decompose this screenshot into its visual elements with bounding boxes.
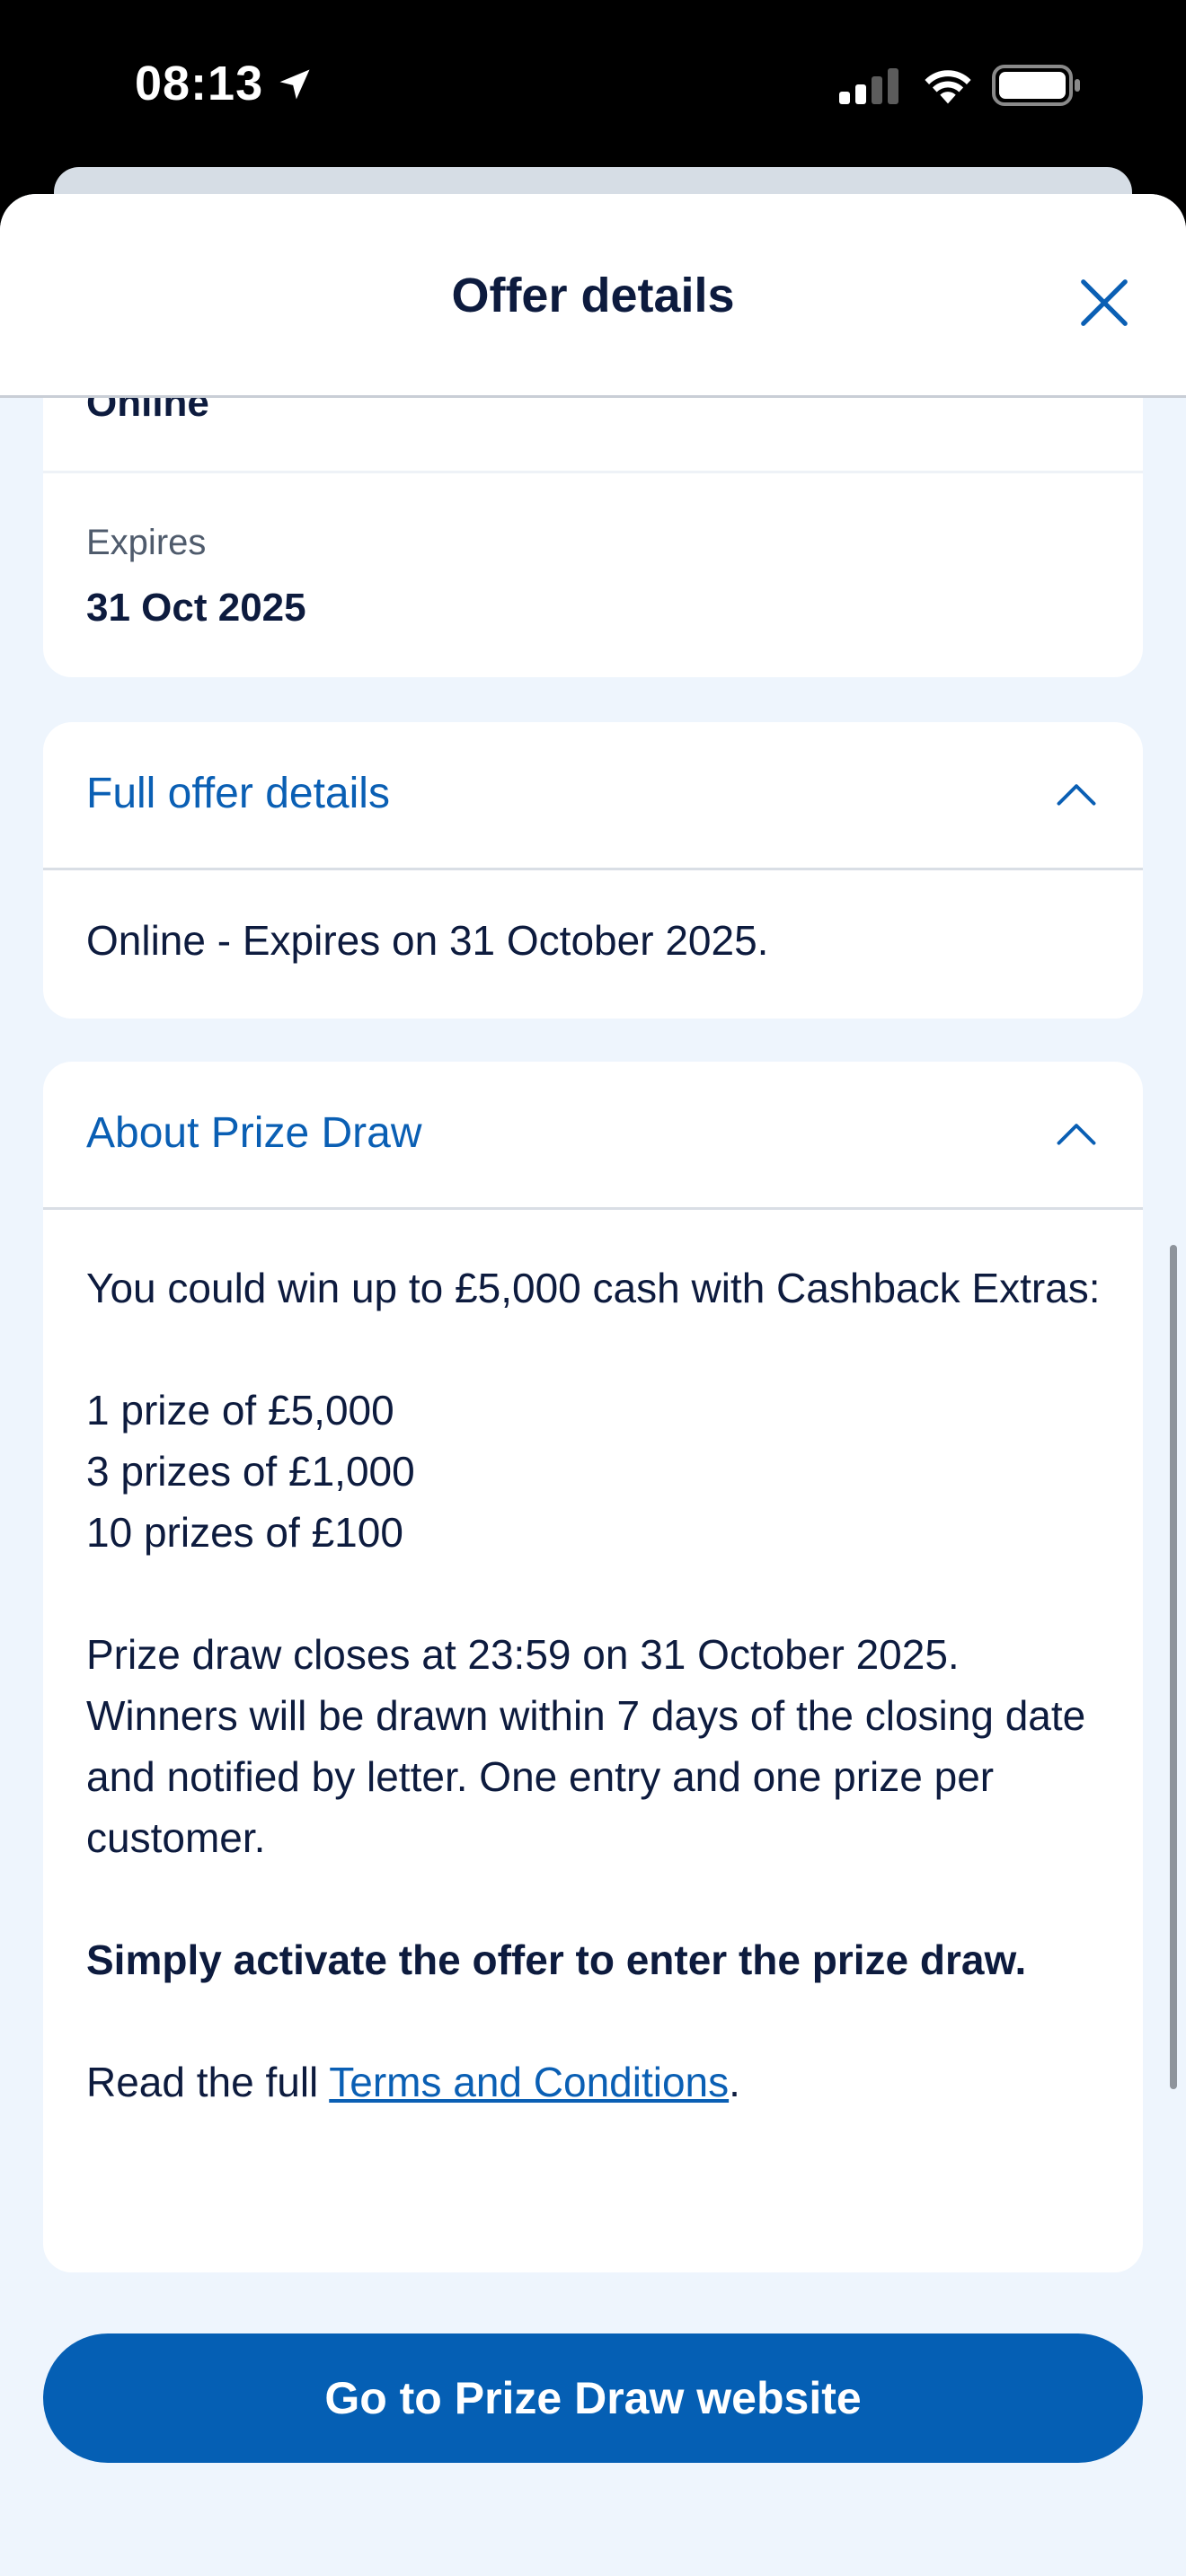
expires-label: Expires	[86, 523, 207, 562]
prize-draw-content: You could win up to £5,000 cash with Cas…	[86, 1257, 1111, 2113]
divider	[43, 1207, 1143, 1210]
scrollbar[interactable]	[1170, 1245, 1177, 2089]
prize-item: 3 prizes of £1,000	[86, 1448, 415, 1495]
full-offer-details-title: Full offer details	[86, 770, 390, 817]
page-title: Offer details	[451, 269, 735, 322]
prize-draw-closing: Prize draw closes at 23:59 on 31 October…	[86, 1631, 1086, 1861]
close-icon[interactable]	[1076, 275, 1132, 331]
about-prize-draw-title: About Prize Draw	[86, 1109, 422, 1157]
prize-draw-bold-note: Simply activate the offer to enter the p…	[86, 1936, 1027, 1983]
location-arrow-icon	[279, 69, 310, 100]
terms-suffix: .	[729, 2059, 740, 2105]
offer-details-sheet: Offer details Online Expires 31 Oct 2025…	[0, 194, 1186, 2576]
about-prize-draw-card: About Prize Draw You could win up to £5,…	[43, 1062, 1143, 2272]
full-offer-details-card: Full offer details Online - Expires on 3…	[43, 722, 1143, 1019]
terms-and-conditions-link[interactable]: Terms and Conditions	[329, 2059, 729, 2105]
chevron-up-icon	[1057, 1124, 1096, 1145]
go-to-prize-draw-button[interactable]: Go to Prize Draw website	[43, 2333, 1143, 2463]
battery-icon	[992, 65, 1080, 106]
status-bar: 08:13	[0, 0, 1186, 171]
divider	[43, 471, 1143, 473]
prize-item: 1 prize of £5,000	[86, 1387, 394, 1434]
cellular-signal-icon	[839, 68, 898, 104]
chevron-up-icon	[1057, 784, 1096, 806]
terms-prefix: Read the full	[86, 2059, 330, 2105]
divider	[43, 868, 1143, 870]
prize-draw-intro: You could win up to £5,000 cash with Cas…	[86, 1265, 1101, 1311]
status-time: 08:13	[135, 57, 264, 110]
terms-line: Read the full Terms and Conditions.	[86, 2051, 1111, 2113]
wifi-icon	[925, 70, 971, 104]
full-offer-text: Online - Expires on 31 October 2025.	[86, 917, 769, 964]
about-prize-draw-toggle[interactable]: About Prize Draw	[43, 1062, 1143, 1207]
expires-value: 31 Oct 2025	[86, 586, 306, 630]
prize-item: 10 prizes of £100	[86, 1509, 403, 1556]
sheet-header: Offer details	[0, 194, 1186, 398]
full-offer-details-toggle[interactable]: Full offer details	[43, 722, 1143, 868]
